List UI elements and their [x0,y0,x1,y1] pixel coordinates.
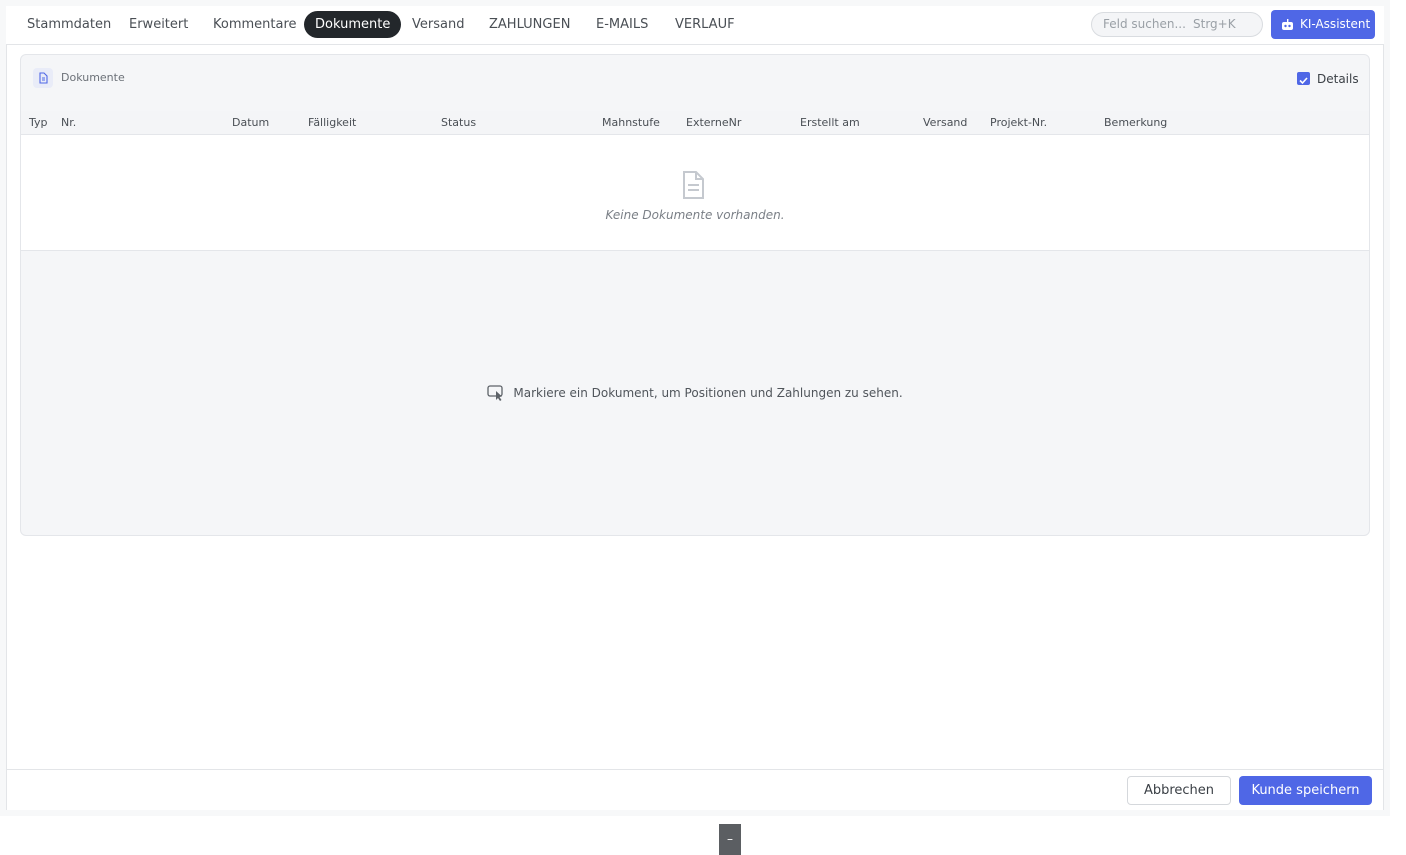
col-mahnstufe[interactable]: Mahnstufe [602,116,660,129]
main-panel: Dokumente Details Typ Nr. Datum Fälligke… [6,44,1384,810]
col-nr[interactable]: Nr. [61,116,76,129]
ki-assistant-button[interactable]: KI-Assistent [1271,10,1375,39]
document-icon [39,72,48,84]
empty-state-text: Keine Dokumente vorhanden. [605,208,785,222]
tab-stammdaten[interactable]: Stammdaten [16,11,122,38]
col-versand[interactable]: Versand [923,116,967,129]
tab-erweitert[interactable]: Erweitert [118,11,199,38]
col-faelligkeit[interactable]: Fälligkeit [308,116,356,129]
col-erstellt-am[interactable]: Erstellt am [800,116,860,129]
form-footer: Abbrechen Kunde speichern [7,769,1383,810]
cursor-click-icon [487,385,504,401]
details-checkbox[interactable] [1297,72,1310,85]
search-placeholder: Feld suchen... [1103,17,1186,31]
tab-kommentare[interactable]: Kommentare [202,11,308,38]
search-shortcut: Strg+K [1193,17,1236,31]
details-label[interactable]: Details [1317,72,1359,86]
ki-assistant-label: KI-Assistent [1300,17,1371,31]
document-badge [33,68,53,88]
app-shell: Stammdaten Erweitert Kommentare Dokument… [0,0,1390,816]
tab-zahlungen[interactable]: ZAHLUNGEN [478,11,581,38]
col-bemerkung[interactable]: Bemerkung [1104,116,1167,129]
col-externenr[interactable]: ExterneNr [686,116,741,129]
cancel-button[interactable]: Abbrechen [1127,776,1231,805]
selection-hint: Markiere ein Dokument, um Positionen und… [21,385,1369,404]
minimize-handle[interactable]: – [719,824,741,855]
tab-versand[interactable]: Versand [401,11,475,38]
document-icon [683,171,704,199]
checkmark-icon [1299,77,1308,85]
empty-state: Keine Dokumente vorhanden. [21,135,1369,251]
save-customer-button[interactable]: Kunde speichern [1239,776,1372,805]
col-projekt-nr[interactable]: Projekt-Nr. [990,116,1047,129]
card-header: Dokumente Details [21,55,1369,103]
tab-verlauf[interactable]: VERLAUF [664,11,746,38]
tab-dokumente[interactable]: Dokumente [304,11,402,38]
col-status[interactable]: Status [441,116,476,129]
tab-bar: Stammdaten Erweitert Kommentare Dokument… [6,6,1384,44]
selection-hint-text: Markiere ein Dokument, um Positionen und… [513,386,903,400]
col-datum[interactable]: Datum [232,116,269,129]
field-search-input[interactable]: Feld suchen... Strg+K [1091,12,1263,37]
documents-card: Dokumente Details Typ Nr. Datum Fälligke… [20,54,1370,536]
card-title: Dokumente [61,71,125,84]
col-typ[interactable]: Typ [29,116,48,129]
robot-icon [1282,19,1293,30]
tab-emails[interactable]: E-MAILS [585,11,659,38]
table-header: Typ Nr. Datum Fälligkeit Status Mahnstuf… [21,111,1369,135]
